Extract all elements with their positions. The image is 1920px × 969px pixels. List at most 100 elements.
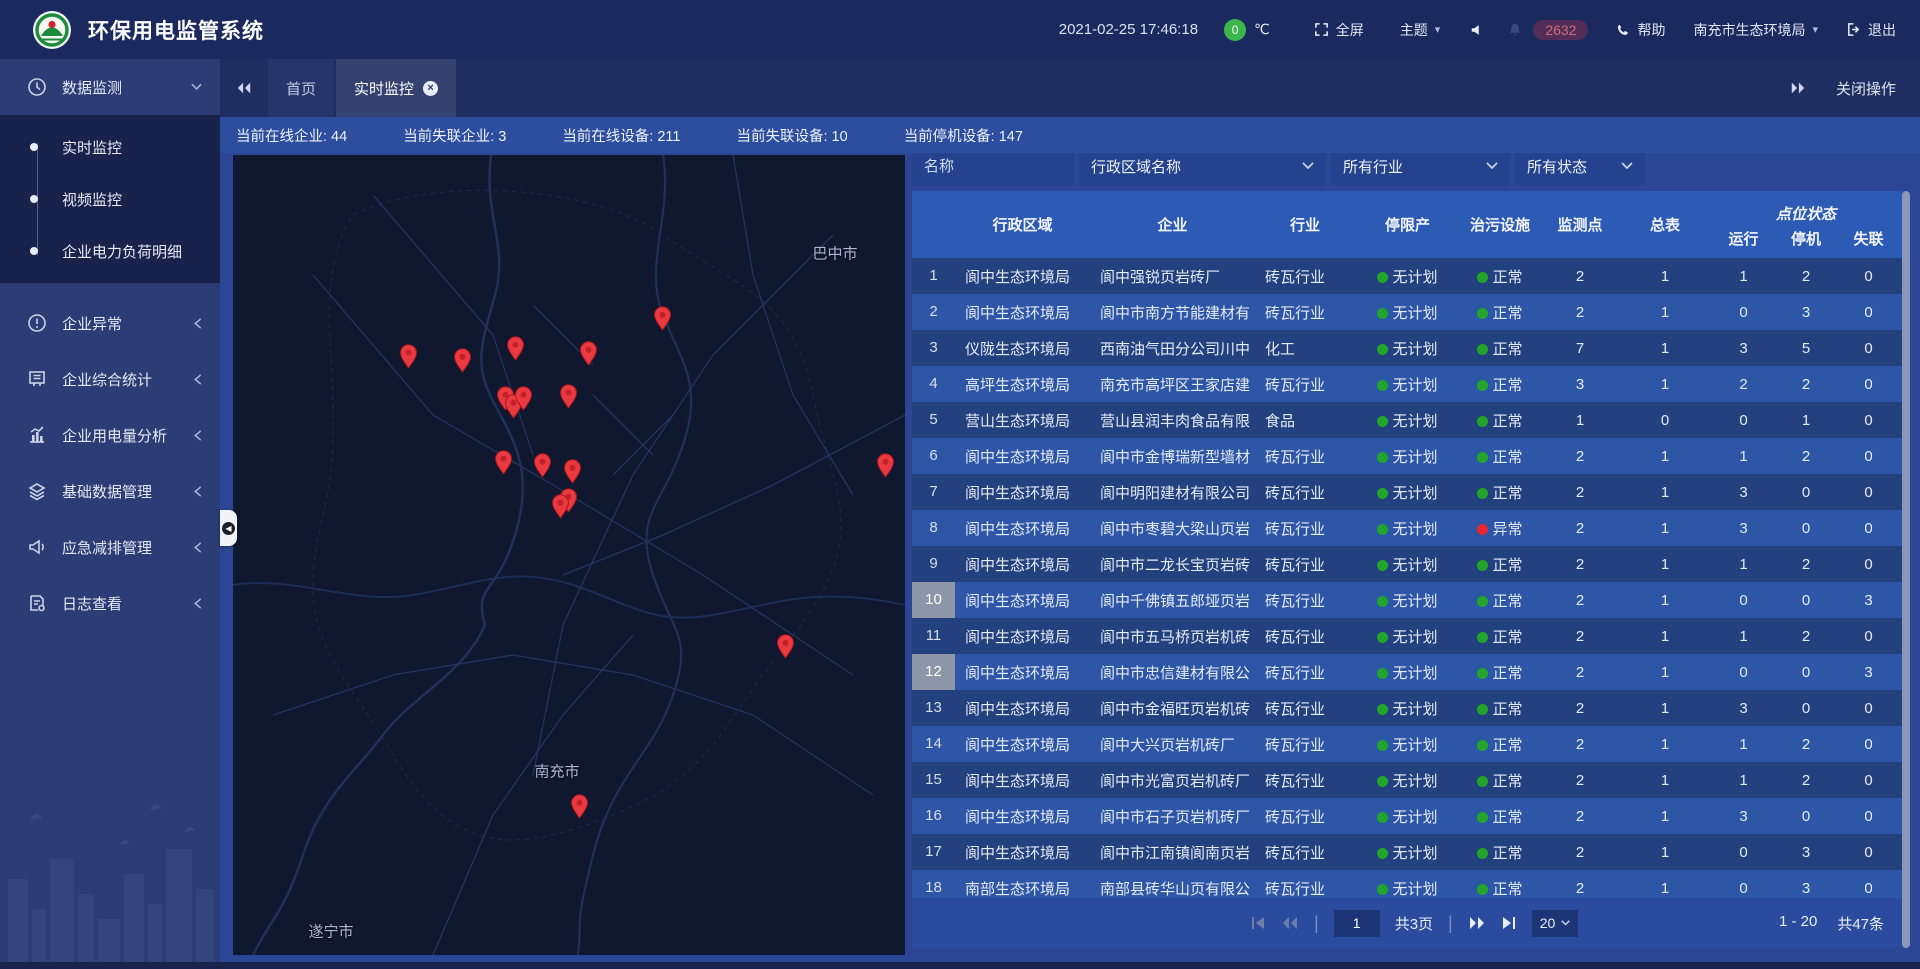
table-row[interactable]: 3仪陇生态环境局西南油气田分公司川中化工无计划正常71350 (912, 330, 1902, 366)
sidebar-group-label: 企业综合统计 (62, 369, 152, 390)
tabs-scroll-left-button[interactable] (220, 59, 268, 117)
status-text: 正常 (1492, 629, 1522, 646)
map-pin[interactable] (494, 450, 513, 475)
table-row[interactable]: 18南部生态环境局南部县砖华山页有限公砖瓦行业无计划正常21030 (912, 870, 1902, 898)
cell-total-meters: 1 (1620, 592, 1710, 609)
cell-stopped: 1 (1777, 412, 1835, 429)
tab-实时监控[interactable]: 实时监控× (336, 59, 456, 117)
sidebar-item-label: 实时监控 (62, 137, 122, 158)
sidebar-item-实时监控[interactable]: 实时监控 (0, 121, 220, 173)
table-row[interactable]: 4高坪生态环境局南充市高坪区王家店建砖瓦行业无计划正常31220 (912, 366, 1902, 402)
row-number: 7 (912, 474, 955, 510)
theme-dropdown[interactable]: 主题 ▾ (1400, 20, 1441, 40)
sidebar-item-企业电力负荷明细[interactable]: 企业电力负荷明细 (0, 225, 220, 277)
cell-lost: 0 (1835, 880, 1902, 897)
sidebar-collapse-handle[interactable]: ◀ (220, 510, 237, 546)
map-pin[interactable] (579, 341, 598, 366)
help-button[interactable]: 帮助 (1616, 20, 1665, 40)
sound-mute-button[interactable] (1470, 23, 1484, 37)
cell-company: 阆中明阳建材有限公司 (1090, 482, 1255, 503)
tab-首页[interactable]: 首页 (268, 59, 334, 117)
tabs-scroll-right-button[interactable] (1790, 81, 1806, 95)
table-row[interactable]: 14阆中生态环境局阆中大兴页岩机砖厂砖瓦行业无计划正常21120 (912, 726, 1902, 762)
cell-lost: 0 (1835, 304, 1902, 321)
logout-button[interactable]: 退出 (1846, 20, 1896, 40)
table-row[interactable]: 6阆中生态环境局阆中市金博瑞新型墙材砖瓦行业无计划正常21120 (912, 438, 1902, 474)
next-page-button[interactable] (1468, 916, 1486, 930)
table-row[interactable]: 2阆中生态环境局阆中市南方节能建材有砖瓦行业无计划正常21030 (912, 294, 1902, 330)
megaphone-icon (26, 536, 48, 558)
map-pin[interactable] (514, 386, 533, 411)
sidebar-group-6[interactable]: 日志查看 (0, 575, 220, 631)
notifications-button[interactable]: 2632 (1508, 20, 1588, 40)
sidebar-group-0[interactable]: 数据监测 (0, 59, 220, 115)
table-row[interactable]: 1阆中生态环境局阆中强锐页岩砖厂砖瓦行业无计划正常21120 (912, 258, 1902, 294)
table-row[interactable]: 16阆中生态环境局阆中市石子页岩机砖厂砖瓦行业无计划正常21300 (912, 798, 1902, 834)
page-size-select[interactable]: 20 (1532, 910, 1579, 937)
sidebar-group-1[interactable]: 企业异常 (0, 295, 220, 351)
close-operations-button[interactable]: 关闭操作 (1836, 78, 1896, 99)
table-row[interactable]: 8阆中生态环境局阆中市枣碧大梁山页岩砖瓦行业无计划异常21300 (912, 510, 1902, 546)
user-org-dropdown[interactable]: 南充市生态环境局 ▾ (1693, 20, 1818, 40)
sidebar-group-2[interactable]: 企业综合统计 (0, 351, 220, 407)
cell-lost: 3 (1835, 664, 1902, 681)
status-text: 正常 (1492, 809, 1522, 826)
map-pin[interactable] (653, 306, 672, 331)
table-row[interactable]: 9阆中生态环境局阆中市二龙长宝页岩砖砖瓦行业无计划正常21120 (912, 546, 1902, 582)
page-number-input[interactable] (1334, 910, 1380, 937)
sidebar-group-5[interactable]: 应急减排管理 (0, 519, 220, 575)
cell-pollution-facility: 正常 (1460, 338, 1540, 359)
map-pin[interactable] (399, 344, 418, 369)
last-page-button[interactable] (1501, 916, 1517, 930)
table-scrollbar[interactable] (1902, 191, 1910, 948)
cell-lost: 0 (1835, 376, 1902, 393)
table-row[interactable]: 12阆中生态环境局阆中市忠信建材有限公砖瓦行业无计划正常21003 (912, 654, 1902, 690)
sidebar-item-视频监控[interactable]: 视频监控 (0, 173, 220, 225)
double-chevron-right-icon (1790, 81, 1806, 95)
status-dot-ok-icon (1377, 488, 1388, 499)
first-page-button[interactable] (1250, 916, 1266, 930)
cell-lost: 0 (1835, 772, 1902, 789)
map-pin[interactable] (551, 494, 570, 519)
table-row[interactable]: 5营山生态环境局营山县润丰肉食品有限食品无计划正常10010 (912, 402, 1902, 438)
map-pin[interactable] (876, 453, 895, 478)
map-panel[interactable]: 巴中市南充市遂宁市 (233, 155, 905, 955)
map-pin[interactable] (776, 634, 795, 659)
cell-industry: 化工 (1255, 338, 1355, 359)
stat-当前在线企业: 当前在线企业: 44 (236, 125, 347, 146)
close-icon[interactable]: × (423, 81, 438, 96)
cell-pollution-facility: 正常 (1460, 482, 1540, 503)
map-pin[interactable] (559, 384, 578, 409)
status-text: 无计划 (1392, 449, 1437, 466)
map-pin[interactable] (453, 348, 472, 373)
map-pin[interactable] (533, 453, 552, 478)
column-header-行业: 行业 (1255, 191, 1355, 258)
table-row[interactable]: 7阆中生态环境局阆中明阳建材有限公司砖瓦行业无计划正常21300 (912, 474, 1902, 510)
cell-limit-production: 无计划 (1355, 842, 1460, 863)
table-row[interactable]: 11阆中生态环境局阆中市五马桥页岩机砖砖瓦行业无计划正常21120 (912, 618, 1902, 654)
cell-stopped: 0 (1777, 808, 1835, 825)
cell-total-meters: 1 (1620, 700, 1710, 717)
sidebar-group-4[interactable]: 基础数据管理 (0, 463, 220, 519)
cell-lost: 0 (1835, 700, 1902, 717)
app-window: 环保用电监管系统 2021-02-25 17:46:18 0 ℃ 全屏 主题 ▾… (0, 0, 1920, 969)
sidebar-group-3[interactable]: 企业用电量分析 (0, 407, 220, 463)
table-row[interactable]: 13阆中生态环境局阆中市金福旺页岩机砖砖瓦行业无计划正常21300 (912, 690, 1902, 726)
table-row[interactable]: 17阆中生态环境局阆中市江南镇阆南页岩砖瓦行业无计划正常21030 (912, 834, 1902, 870)
cell-running: 3 (1710, 520, 1777, 537)
map-pin[interactable] (570, 794, 589, 819)
map-pin[interactable] (506, 336, 525, 361)
table-row[interactable]: 15阆中生态环境局阆中市光富页岩机砖厂砖瓦行业无计划正常21120 (912, 762, 1902, 798)
row-number: 12 (912, 654, 955, 690)
fullscreen-button[interactable]: 全屏 (1314, 20, 1364, 40)
table-row[interactable]: 10阆中生态环境局阆中千佛镇五郎垭页岩砖瓦行业无计划正常21003 (912, 582, 1902, 618)
cell-limit-production: 无计划 (1355, 446, 1460, 467)
cell-industry: 砖瓦行业 (1255, 302, 1355, 323)
temperature-unit: ℃ (1254, 21, 1270, 38)
status-dot-ok-icon (1477, 812, 1488, 823)
prev-page-button[interactable] (1281, 916, 1299, 930)
map-pin[interactable] (563, 459, 582, 484)
cell-monitor-points: 2 (1540, 304, 1620, 321)
cell-lost: 0 (1835, 484, 1902, 501)
cell-limit-production: 无计划 (1355, 482, 1460, 503)
